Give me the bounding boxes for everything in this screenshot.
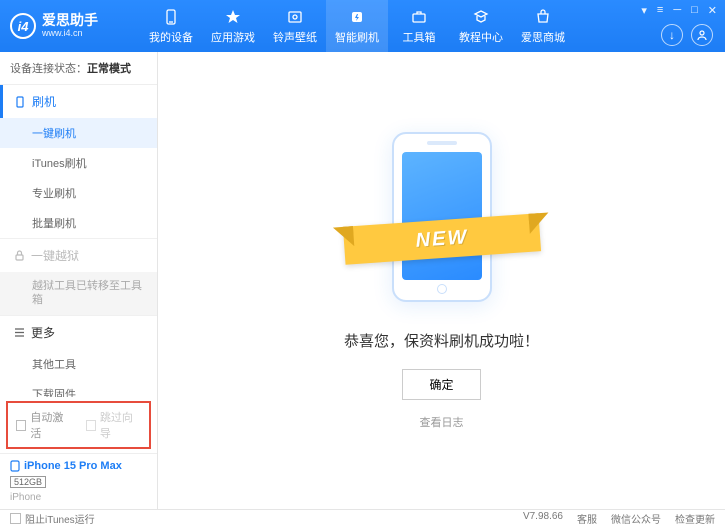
- device-icon: [162, 8, 180, 26]
- menu-item-download-fw[interactable]: 下载固件: [0, 379, 157, 397]
- checkbox-block-itunes[interactable]: 阻止iTunes运行: [10, 511, 95, 526]
- menu-item-onekey[interactable]: 一键刷机: [0, 118, 157, 148]
- success-message: 恭喜您，保资料刷机成功啦！: [344, 330, 539, 351]
- checkbox-icon: [86, 420, 96, 431]
- window-controls: ▾ ≡ ─ □ ✕: [641, 4, 717, 17]
- footer-wechat[interactable]: 微信公众号: [611, 511, 661, 526]
- menu-jailbreak-header: 一键越狱: [0, 239, 157, 272]
- device-info: iPhone 15 Pro Max 512GB iPhone: [0, 453, 157, 509]
- menu-item-batch[interactable]: 批量刷机: [0, 208, 157, 238]
- nav-toolbox[interactable]: 工具箱: [388, 0, 450, 52]
- options-icon[interactable]: ≡: [657, 4, 663, 17]
- version-label: V7.98.66: [523, 511, 563, 526]
- menu-more-header[interactable]: 更多: [0, 316, 157, 349]
- phone-illustration: NEW: [372, 132, 512, 312]
- menu-icon[interactable]: ▾: [641, 4, 647, 17]
- menu-item-other[interactable]: 其他工具: [0, 349, 157, 379]
- top-nav: 我的设备 应用游戏 铃声壁纸 智能刷机 工具箱 教程中心 爱思商城: [140, 0, 574, 52]
- checkbox-skip-guide[interactable]: 跳过向导: [86, 409, 142, 441]
- menu-flash-header[interactable]: 刷机: [0, 85, 157, 118]
- nav-apps[interactable]: 应用游戏: [202, 0, 264, 52]
- list-icon: [14, 327, 25, 338]
- footer: 阻止iTunes运行 V7.98.66 客服 微信公众号 检查更新: [0, 509, 725, 527]
- user-button[interactable]: [691, 24, 713, 46]
- ok-button[interactable]: 确定: [402, 369, 480, 400]
- checkbox-icon: [16, 420, 26, 431]
- view-log-link[interactable]: 查看日志: [420, 414, 464, 430]
- close-icon[interactable]: ✕: [708, 4, 717, 17]
- maximize-icon[interactable]: □: [691, 4, 698, 17]
- checkbox-icon: [10, 513, 21, 524]
- app-subtitle: www.i4.cn: [42, 29, 98, 39]
- device-status: 设备连接状态：正常模式: [0, 52, 157, 85]
- nav-flash[interactable]: 智能刷机: [326, 0, 388, 52]
- menu-item-itunes[interactable]: iTunes刷机: [0, 148, 157, 178]
- nav-my-device[interactable]: 我的设备: [140, 0, 202, 52]
- new-ribbon: NEW: [342, 213, 540, 265]
- app-header: i4 爱思助手 www.i4.cn 我的设备 应用游戏 铃声壁纸 智能刷机 工具…: [0, 0, 725, 52]
- nav-tutorial[interactable]: 教程中心: [450, 0, 512, 52]
- logo-area: i4 爱思助手 www.i4.cn: [10, 13, 140, 39]
- app-logo-icon: i4: [10, 13, 36, 39]
- ringtone-icon: [286, 8, 304, 26]
- menu-item-pro[interactable]: 专业刷机: [0, 178, 157, 208]
- menu-item-jailbreak-note: 越狱工具已转移至工具箱: [0, 272, 157, 315]
- store-icon: [534, 8, 552, 26]
- toolbox-icon: [410, 8, 428, 26]
- device-storage: 512GB: [10, 476, 46, 488]
- options-highlight-box: 自动激活 跳过向导: [6, 401, 151, 449]
- footer-support[interactable]: 客服: [577, 511, 597, 526]
- flash-icon: [348, 8, 366, 26]
- phone-icon: [14, 96, 26, 108]
- checkbox-auto-activate[interactable]: 自动激活: [16, 409, 72, 441]
- tutorial-icon: [472, 8, 490, 26]
- lock-icon: [14, 250, 25, 261]
- phone-small-icon: [10, 460, 20, 472]
- device-name[interactable]: iPhone 15 Pro Max: [10, 460, 147, 472]
- footer-update[interactable]: 检查更新: [675, 511, 715, 526]
- main-content: NEW 恭喜您，保资料刷机成功啦！ 确定 查看日志: [158, 52, 725, 509]
- nav-ringtone[interactable]: 铃声壁纸: [264, 0, 326, 52]
- app-title: 爱思助手: [42, 13, 98, 28]
- apps-icon: [224, 8, 242, 26]
- sidebar: 设备连接状态：正常模式 刷机 一键刷机 iTunes刷机 专业刷机 批量刷机 一…: [0, 52, 158, 509]
- minimize-icon[interactable]: ─: [673, 4, 681, 17]
- nav-store[interactable]: 爱思商城: [512, 0, 574, 52]
- device-type: iPhone: [10, 492, 147, 503]
- download-button[interactable]: ↓: [661, 24, 683, 46]
